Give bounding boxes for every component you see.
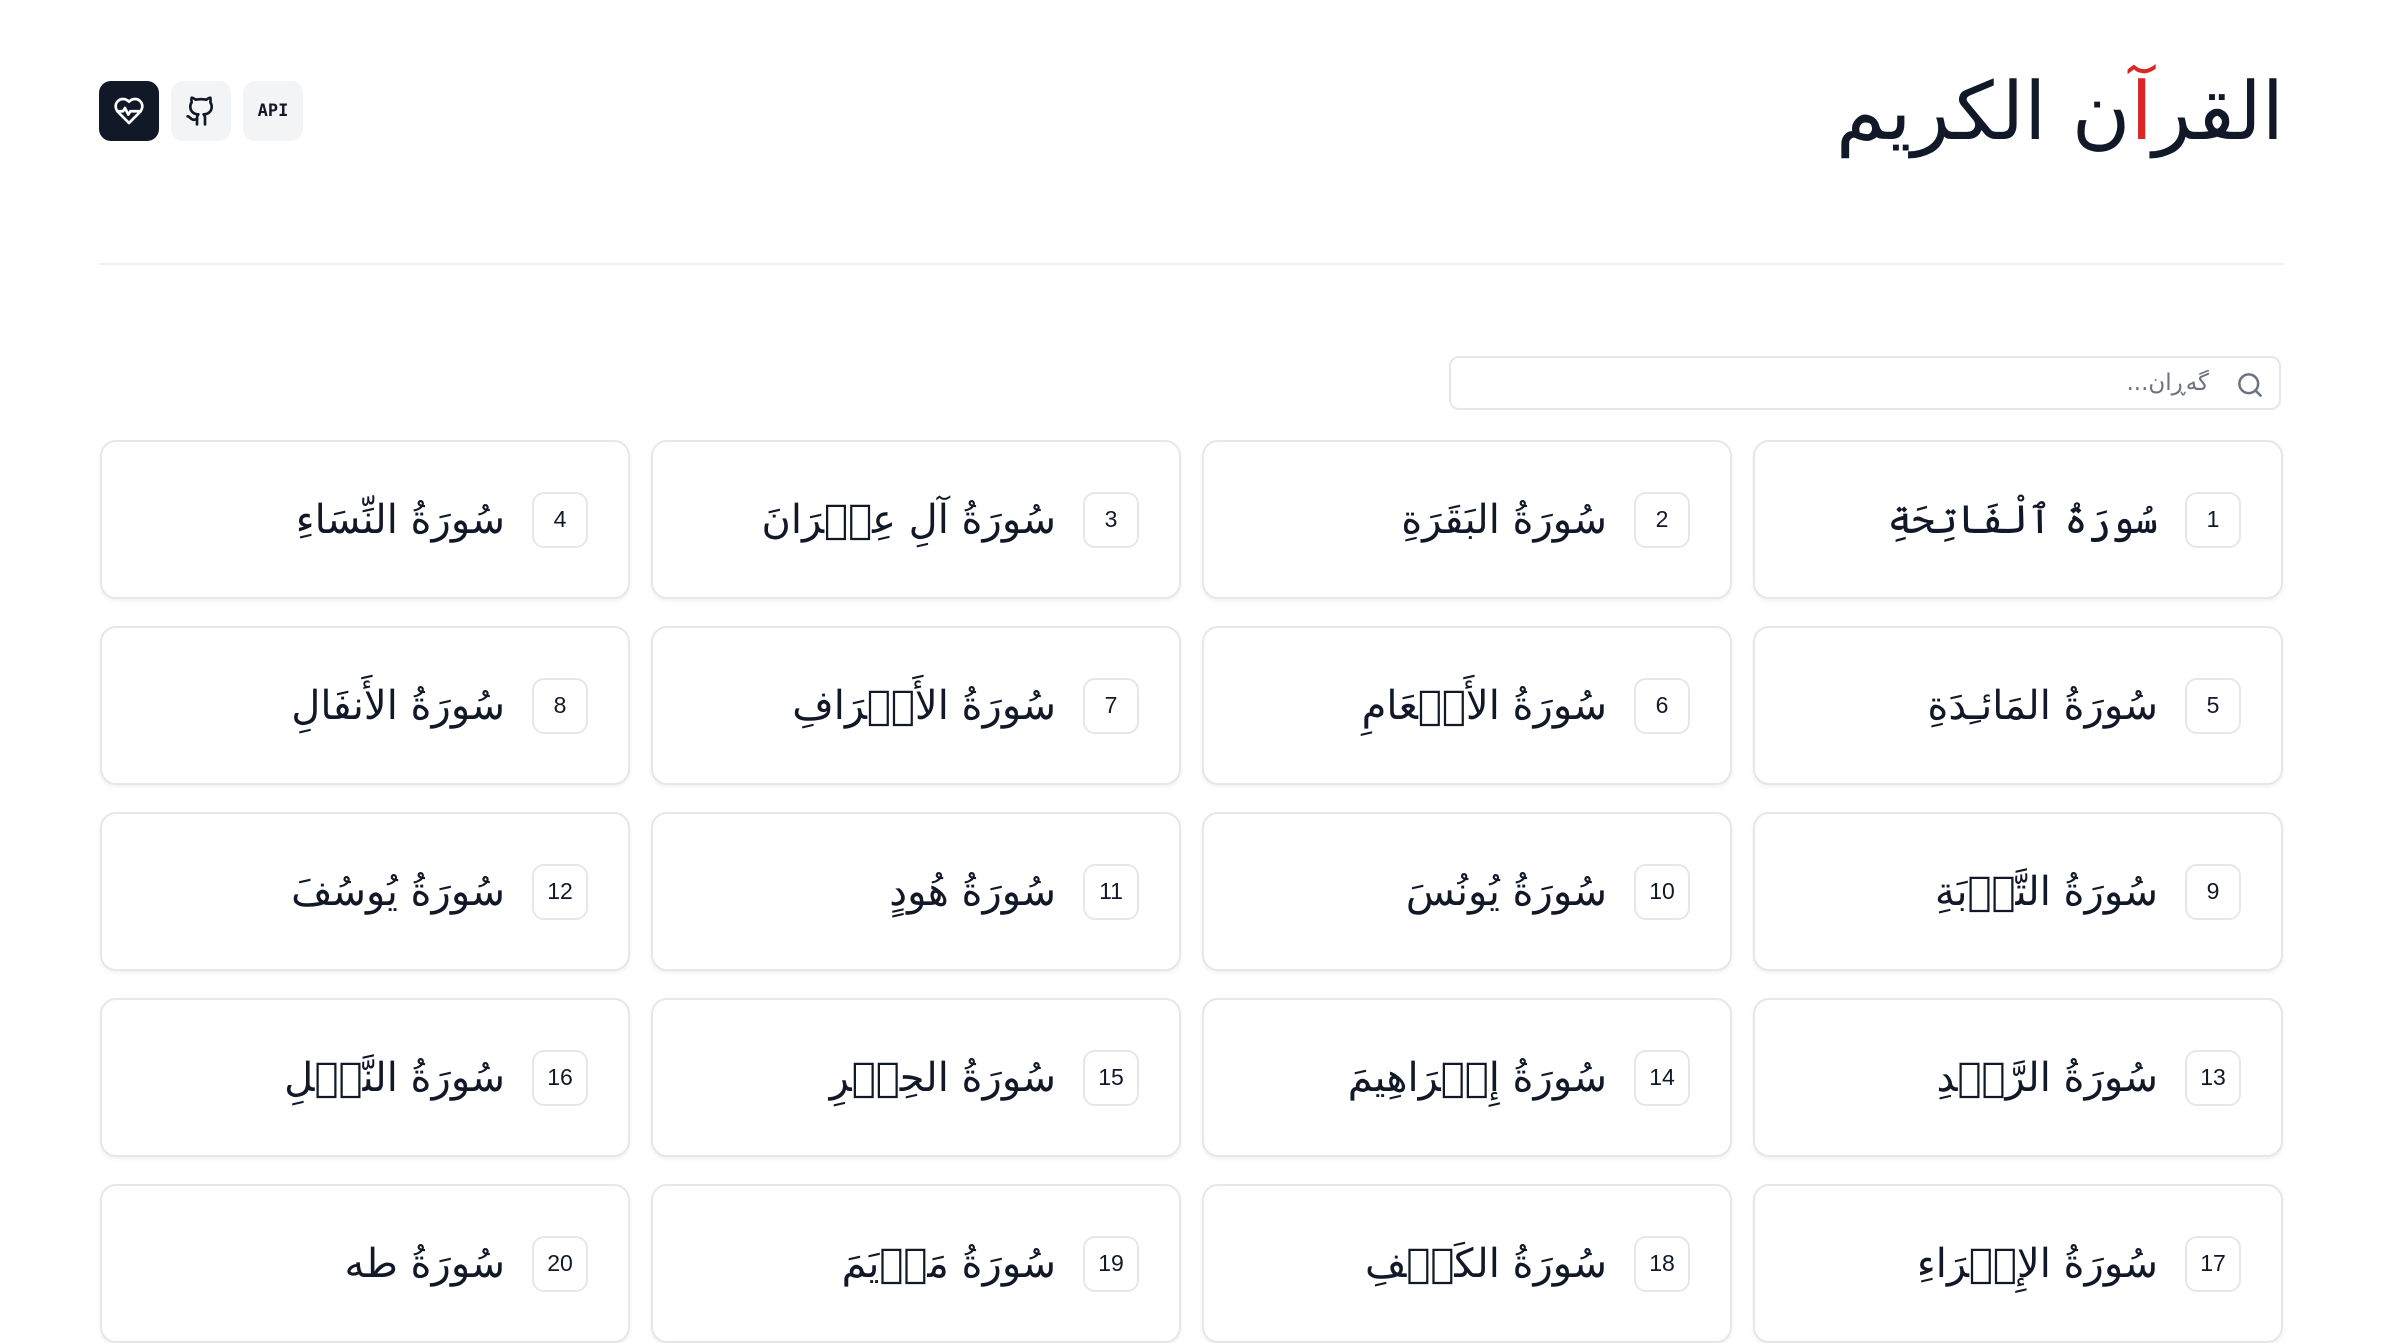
surah-number: 5 — [2185, 677, 2241, 734]
surah-card[interactable]: 14 سُورَةُ إِبۡرَاهِيمَ — [1202, 998, 1732, 1157]
surah-name: سُورَةُ يُوسُفَ — [291, 868, 505, 915]
surah-number: 9 — [2185, 863, 2241, 920]
surah-number: 10 — [1634, 863, 1690, 920]
surah-card[interactable]: 2 سُورَةُ البَقَرَةِ — [1202, 440, 1732, 599]
github-icon — [186, 96, 214, 126]
surah-name: سُورَةُ التَّوۡبَةِ — [1934, 868, 2158, 915]
search-box — [1449, 356, 2281, 410]
surah-card[interactable]: 13 سُورَةُ الرَّعۡدِ — [1753, 998, 2283, 1157]
surah-grid: 1 سُورَةُ ٱلْفَاتِحَةِ 2 سُورَةُ البَقَرَةِ… — [99, 440, 2283, 1343]
surah-name: سُورَةُ يُونُسَ — [1405, 868, 1607, 915]
surah-name: سُورَةُ طه — [344, 1240, 505, 1287]
surah-name: سُورَةُ مَرۡيَمَ — [841, 1240, 1056, 1287]
surah-number: 14 — [1634, 1049, 1690, 1106]
title-word-1: القرآن — [2071, 65, 2284, 158]
surah-card[interactable]: 7 سُورَةُ الأَعۡرَافِ — [651, 626, 1181, 785]
github-button[interactable] — [171, 81, 231, 141]
api-button-label: API — [257, 101, 289, 121]
surah-number: 6 — [1634, 677, 1690, 734]
surah-name: سُورَةُ الأَنۡعَامِ — [1361, 682, 1607, 729]
surah-card[interactable]: 1 سُورَةُ ٱلْفَاتِحَةِ — [1753, 440, 2283, 599]
surah-name: سُورَةُ إِبۡرَاهِيمَ — [1347, 1054, 1607, 1101]
surah-card[interactable]: 9 سُورَةُ التَّوۡبَةِ — [1753, 812, 2283, 971]
surah-number: 12 — [532, 863, 588, 920]
surah-name: سُورَةُ النَّحۡلِ — [284, 1054, 505, 1101]
surah-number: 20 — [532, 1235, 588, 1292]
surah-name: سُورَةُ الرَّعۡدِ — [1936, 1054, 2158, 1101]
surah-card[interactable]: 16 سُورَةُ النَّحۡلِ — [100, 998, 630, 1157]
surah-card[interactable]: 8 سُورَةُ الأَنفَالِ — [100, 626, 630, 785]
surah-number: 16 — [532, 1049, 588, 1106]
surah-number: 13 — [2185, 1049, 2241, 1106]
surah-card[interactable]: 18 سُورَةُ الكَهۡفِ — [1202, 1184, 1732, 1343]
surah-name: سُورَةُ الحِجۡرِ — [829, 1054, 1056, 1101]
api-button[interactable]: API — [243, 81, 303, 141]
header: القرآن الكريم API — [99, 0, 2284, 265]
surah-number: 3 — [1083, 491, 1139, 548]
surah-card[interactable]: 6 سُورَةُ الأَنۡعَامِ — [1202, 626, 1732, 785]
surah-card[interactable]: 15 سُورَةُ الحِجۡرِ — [651, 998, 1181, 1157]
surah-number: 18 — [1634, 1235, 1690, 1292]
surah-name: سُورَةُ الكَهۡفِ — [1365, 1240, 1607, 1287]
surah-name: سُورَةُ هُودٍ — [889, 868, 1056, 915]
surah-card[interactable]: 12 سُورَةُ يُوسُفَ — [100, 812, 630, 971]
search-input[interactable] — [1451, 358, 2219, 408]
donate-button[interactable] — [99, 81, 159, 141]
surah-number: 4 — [532, 491, 588, 548]
surah-name: سُورَةُ الأَنفَالِ — [291, 682, 505, 729]
surah-number: 1 — [2185, 491, 2241, 548]
header-actions: API — [99, 81, 303, 141]
surah-name: سُورَةُ ٱلْفَاتِحَةِ — [1887, 496, 2158, 543]
surah-name: سُورَةُ المَائـِدَةِ — [1927, 682, 2158, 729]
surah-card[interactable]: 5 سُورَةُ المَائـِدَةِ — [1753, 626, 2283, 785]
surah-card[interactable]: 17 سُورَةُ الإِسۡرَاءِ — [1753, 1184, 2283, 1343]
surah-name: سُورَةُ النِّسَاءِ — [295, 496, 505, 543]
surah-name: سُورَةُ آلِ عِمۡرَانَ — [761, 496, 1057, 543]
surah-number: 11 — [1083, 863, 1139, 920]
surah-card[interactable]: 4 سُورَةُ النِّسَاءِ — [100, 440, 630, 599]
surah-card[interactable]: 11 سُورَةُ هُودٍ — [651, 812, 1181, 971]
search-icon — [2238, 373, 2262, 397]
surah-card[interactable]: 19 سُورَةُ مَرۡيَمَ — [651, 1184, 1181, 1343]
surah-card[interactable]: 20 سُورَةُ طه — [100, 1184, 630, 1343]
title-word-2: الكريم — [1835, 65, 2047, 158]
surah-number: 2 — [1634, 491, 1690, 548]
surah-number: 15 — [1083, 1049, 1139, 1106]
surah-number: 17 — [2185, 1235, 2241, 1292]
surah-name: سُورَةُ الإِسۡرَاءِ — [1916, 1240, 2158, 1287]
surah-card[interactable]: 10 سُورَةُ يُونُسَ — [1202, 812, 1732, 971]
page-title: القرآن الكريم — [1836, 52, 2284, 172]
heart-pulse-icon — [114, 97, 144, 125]
surah-number: 7 — [1083, 677, 1139, 734]
surah-card[interactable]: 3 سُورَةُ آلِ عِمۡرَانَ — [651, 440, 1181, 599]
surah-name: سُورَةُ البَقَرَةِ — [1401, 496, 1607, 543]
surah-name: سُورَةُ الأَعۡرَافِ — [792, 682, 1056, 729]
surah-number: 19 — [1083, 1235, 1139, 1292]
surah-number: 8 — [532, 677, 588, 734]
